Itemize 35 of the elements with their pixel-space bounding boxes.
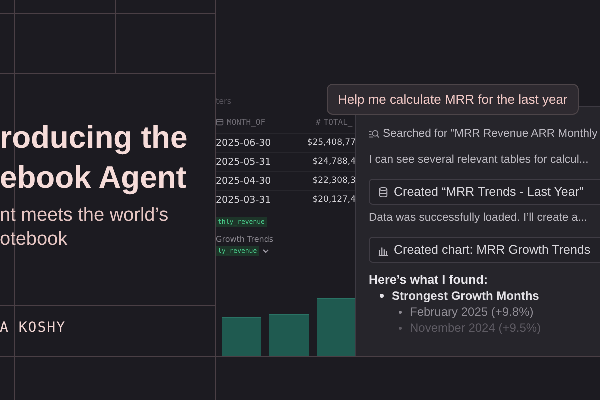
table-cell-text: 2025-05-31 (216, 156, 272, 168)
subheadline: otebook (0, 228, 69, 252)
author-name: A KOSHY (0, 320, 66, 336)
action-card[interactable]: Created chart: MRR Growth Trends (369, 237, 600, 263)
table-cell: $22,308,3 (312, 176, 356, 186)
database-icon (378, 186, 389, 198)
bullet-icon (399, 310, 402, 314)
filter-label: ters (216, 97, 233, 108)
summary-heading: Here’s what I found: (369, 273, 489, 287)
subheadline: nt meets the world’s (0, 204, 170, 228)
table-cell-text: 2025-04-30 (216, 176, 272, 186)
action-card[interactable]: Created “MRR Trends - Last Year” (369, 179, 600, 205)
table-cell: $24,788,4 (312, 157, 356, 167)
column-header: MONTH_OF (227, 118, 266, 126)
table-cell: $25,408,77 (307, 138, 356, 148)
list-item: February 2025 (+9.8%) (410, 305, 534, 319)
table-cell: $20,127,4 (312, 195, 356, 205)
search-status: Searched for “MRR Revenue ARR Monthly (383, 128, 598, 140)
bullet-icon (399, 326, 402, 330)
agent-message: Data was successfully loaded. I’ll create a... (369, 212, 589, 226)
list-item: November 2024 (+9.5%) (410, 321, 542, 335)
calendar-icon (216, 118, 224, 126)
prompt-bubble: Help me calculate MRR for the last year (327, 84, 579, 115)
search-icon (369, 128, 380, 140)
chart-title: Growth Trends (216, 235, 275, 244)
headline: roducing the (0, 119, 189, 157)
bullet-icon (380, 294, 384, 298)
number-type-symbol: # (316, 118, 321, 126)
headline: ebook Agent (0, 159, 188, 197)
column-header: TOTAL_ (324, 118, 353, 126)
chevron-down-icon[interactable] (262, 247, 270, 255)
table-cell-text: 2025-03-31 (216, 194, 272, 206)
list-item: Strongest Growth Months (392, 288, 540, 302)
agent-message: I can see several relevant tables for calcul... (369, 154, 590, 168)
table-cell-text: 2025-06-30 (216, 138, 272, 148)
